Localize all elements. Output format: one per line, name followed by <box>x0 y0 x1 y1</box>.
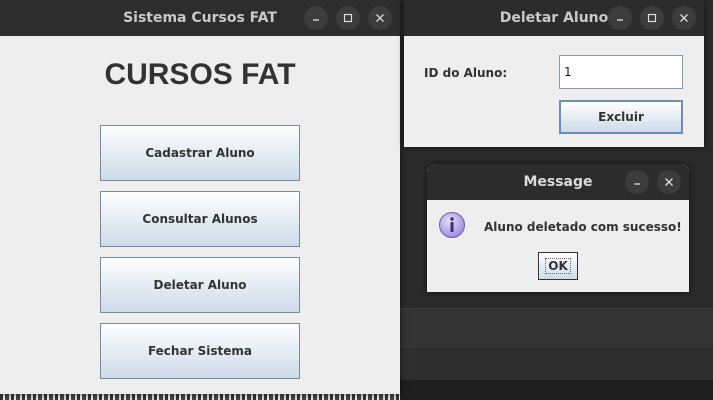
info-icon <box>439 212 465 238</box>
ok-button-label: OK <box>545 258 571 274</box>
main-window-title: Sistema Cursos FAT <box>123 10 277 26</box>
ok-button[interactable]: OK <box>538 252 578 280</box>
cadastrar-aluno-button[interactable]: Cadastrar Aluno <box>100 125 300 181</box>
deletar-aluno-button[interactable]: Deletar Aluno <box>100 257 300 313</box>
message-dialog-title: Message <box>523 174 593 190</box>
close-icon <box>376 14 384 22</box>
minimize-icon <box>617 19 623 21</box>
close-button[interactable] <box>657 170 681 194</box>
background-window-bar <box>400 308 713 347</box>
maximize-icon <box>343 13 353 23</box>
message-dialog-titlebar[interactable]: Message <box>427 164 689 200</box>
main-window-titlebar[interactable]: Sistema Cursos FAT <box>0 0 400 36</box>
background-window-bar <box>400 346 713 381</box>
close-icon <box>665 178 673 186</box>
maximize-icon <box>647 13 657 23</box>
minimize-button[interactable] <box>608 6 632 30</box>
delete-window-title: Deletar Aluno <box>499 10 609 26</box>
excluir-button[interactable]: Excluir <box>559 100 683 134</box>
maximize-button[interactable] <box>640 6 664 30</box>
delete-window: Deletar Aluno ID do Aluno: 1 Excluir <box>404 0 704 147</box>
maximize-button[interactable] <box>336 6 360 30</box>
id-aluno-label: ID do Aluno: <box>424 66 508 80</box>
background-window-bar <box>400 380 713 400</box>
id-aluno-input[interactable]: 1 <box>559 55 683 89</box>
fechar-sistema-button[interactable]: Fechar Sistema <box>100 323 300 379</box>
background-artifact <box>0 394 400 400</box>
message-dialog: Message Aluno deletado com sucesso! OK <box>427 164 689 292</box>
close-button[interactable] <box>672 6 696 30</box>
minimize-button[interactable] <box>304 6 328 30</box>
main-window: Sistema Cursos FAT CURSOS FAT Cadastrar … <box>0 0 400 394</box>
delete-window-titlebar[interactable]: Deletar Aluno <box>404 0 704 36</box>
close-icon <box>680 14 688 22</box>
minimize-button[interactable] <box>625 170 649 194</box>
message-text: Aluno deletado com sucesso! <box>484 220 682 234</box>
minimize-icon <box>313 19 319 21</box>
minimize-icon <box>634 183 640 185</box>
consultar-alunos-button[interactable]: Consultar Alunos <box>100 191 300 247</box>
close-button[interactable] <box>368 6 392 30</box>
app-heading: CURSOS FAT <box>104 58 296 91</box>
